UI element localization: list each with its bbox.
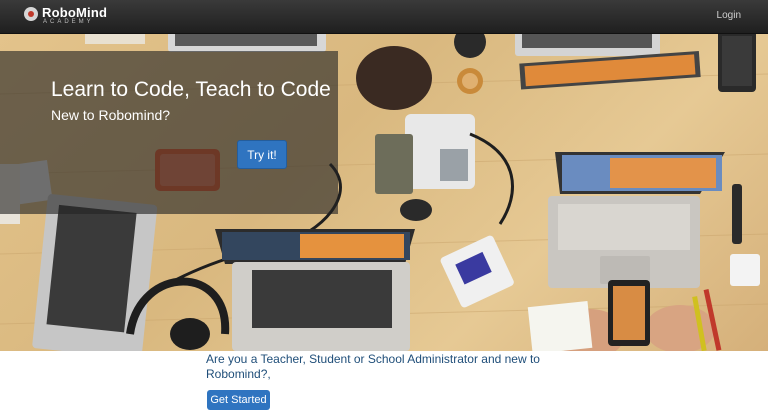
- login-link[interactable]: Login: [717, 10, 741, 21]
- logo-name: RoboMind: [42, 5, 108, 20]
- logo-icon: [24, 7, 38, 21]
- hero-title: Learn to Code, Teach to Code: [51, 78, 331, 101]
- hero-banner: Learn to Code, Teach to Code New to Robo…: [0, 34, 768, 351]
- hero-overlay-panel: [0, 51, 338, 214]
- robomind-logo[interactable]: RoboMind ACADEMY: [24, 5, 114, 29]
- hero-subtitle: New to Robomind?: [51, 107, 171, 123]
- audience-question: Are you a Teacher, Student or School Adm…: [206, 352, 540, 381]
- get-started-button[interactable]: Get Started: [207, 390, 270, 410]
- logo-subtitle: ACADEMY: [43, 19, 94, 25]
- try-it-button[interactable]: Try it!: [237, 140, 287, 169]
- top-navbar: RoboMind ACADEMY Login: [0, 0, 768, 34]
